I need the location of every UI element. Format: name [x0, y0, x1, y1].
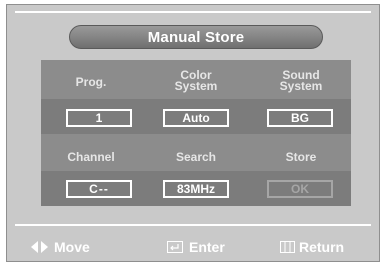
channel-value: C--: [89, 182, 109, 196]
prog-value-box[interactable]: 1: [66, 109, 132, 127]
store-label: Store: [251, 151, 351, 163]
sound-system-value: BG: [291, 111, 309, 125]
prog-label: Prog.: [46, 76, 136, 88]
nav-move-label: Move: [54, 239, 90, 255]
search-value-box[interactable]: 83MHz: [163, 180, 229, 198]
nav-move: Move: [31, 239, 90, 255]
nav-return: Return: [280, 239, 344, 255]
manual-store-osd: Manual Store Prog. Color System Sound Sy…: [6, 4, 380, 262]
channel-value-box[interactable]: C--: [66, 180, 132, 198]
right-arrow-icon: [41, 241, 48, 253]
search-label-text: Search: [175, 150, 217, 164]
sound-system-value-box[interactable]: BG: [267, 109, 333, 127]
nav-bar: Move Enter Return: [7, 231, 379, 263]
enter-icon: [167, 241, 183, 253]
prog-value: 1: [95, 111, 103, 125]
store-ok-button[interactable]: OK: [267, 180, 333, 198]
color-system-label-line2: System: [174, 79, 218, 93]
bottom-divider: [15, 224, 371, 226]
color-system-value: Auto: [182, 111, 210, 125]
settings-panel: Prog. Color System Sound System 1 Auto B…: [41, 60, 351, 206]
nav-enter-label: Enter: [189, 239, 225, 255]
channel-label-text: Channel: [67, 150, 115, 164]
channel-label: Channel: [46, 151, 136, 163]
search-label: Search: [146, 151, 246, 163]
store-ok-label: OK: [291, 182, 309, 196]
color-system-value-box[interactable]: Auto: [163, 109, 229, 127]
menu-title-text: Manual Store: [147, 28, 245, 46]
top-divider: [15, 11, 371, 13]
sound-system-label-line2: System: [279, 79, 323, 93]
prog-label-text: Prog.: [75, 75, 107, 89]
store-label-text: Store: [285, 150, 317, 164]
color-system-label: Color System: [146, 69, 246, 93]
sound-system-label: Sound System: [251, 69, 351, 93]
nav-enter: Enter: [167, 239, 225, 255]
menu-title: Manual Store: [69, 25, 323, 49]
nav-return-label: Return: [299, 239, 345, 255]
return-icon: [280, 241, 295, 253]
search-value: 83MHz: [176, 182, 215, 196]
left-arrow-icon: [31, 241, 38, 253]
